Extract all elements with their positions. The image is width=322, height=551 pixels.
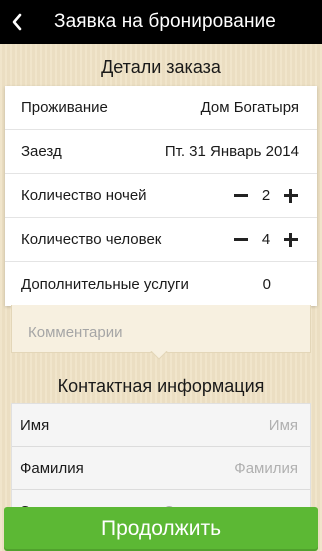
nights-value: 2 xyxy=(261,187,271,204)
nights-decrease-button[interactable] xyxy=(233,188,249,204)
guests-increase-button[interactable] xyxy=(283,232,299,248)
name-row: Имя xyxy=(12,404,310,447)
accommodation-row[interactable]: Проживание Дом Богатыря xyxy=(5,86,317,130)
guests-stepper: 4 xyxy=(233,231,299,248)
nights-increase-button[interactable] xyxy=(283,188,299,204)
contact-info-title: Контактная информация xyxy=(57,376,265,396)
name-label: Имя xyxy=(20,416,50,434)
accommodation-value: Дом Богатыря xyxy=(200,99,299,116)
surname-label: Фамилия xyxy=(20,459,84,477)
guests-value: 4 xyxy=(261,231,271,248)
name-input[interactable] xyxy=(128,416,298,434)
nights-label: Количество ночей xyxy=(21,187,147,204)
extras-row[interactable]: Дополнительные услуги 0 xyxy=(5,262,317,306)
continue-button[interactable]: Продолжить xyxy=(4,507,318,551)
guests-label: Количество человек xyxy=(21,231,162,248)
extras-value: 0 xyxy=(262,275,271,293)
checkin-label: Заезд xyxy=(21,143,62,160)
order-details-title: Детали заказа xyxy=(101,57,221,77)
extras-label: Дополнительные услуги xyxy=(21,275,189,293)
chevron-left-icon xyxy=(12,13,22,31)
nights-stepper: 2 xyxy=(233,187,299,204)
navigation-bar: Заявка на бронирование xyxy=(0,0,322,44)
surname-row: Фамилия xyxy=(12,447,310,490)
surname-input[interactable] xyxy=(128,459,298,477)
nights-row: Количество ночей 2 xyxy=(5,174,317,218)
order-details-card: Проживание Дом Богатыря Заезд Пт. 31 Янв… xyxy=(5,86,317,306)
checkin-row[interactable]: Заезд Пт. 31 Январь 2014 xyxy=(5,130,317,174)
guests-decrease-button[interactable] xyxy=(233,232,249,248)
comment-placeholder: Комментарии xyxy=(28,324,123,341)
comment-field[interactable]: Комментарии xyxy=(11,305,311,353)
checkin-value: Пт. 31 Январь 2014 xyxy=(164,143,299,160)
accommodation-label: Проживание xyxy=(21,99,108,116)
page-title: Заявка на бронирование xyxy=(54,11,276,32)
back-button[interactable] xyxy=(0,0,34,44)
guests-row: Количество человек 4 xyxy=(5,218,317,262)
comment-notch-shape xyxy=(150,350,168,360)
